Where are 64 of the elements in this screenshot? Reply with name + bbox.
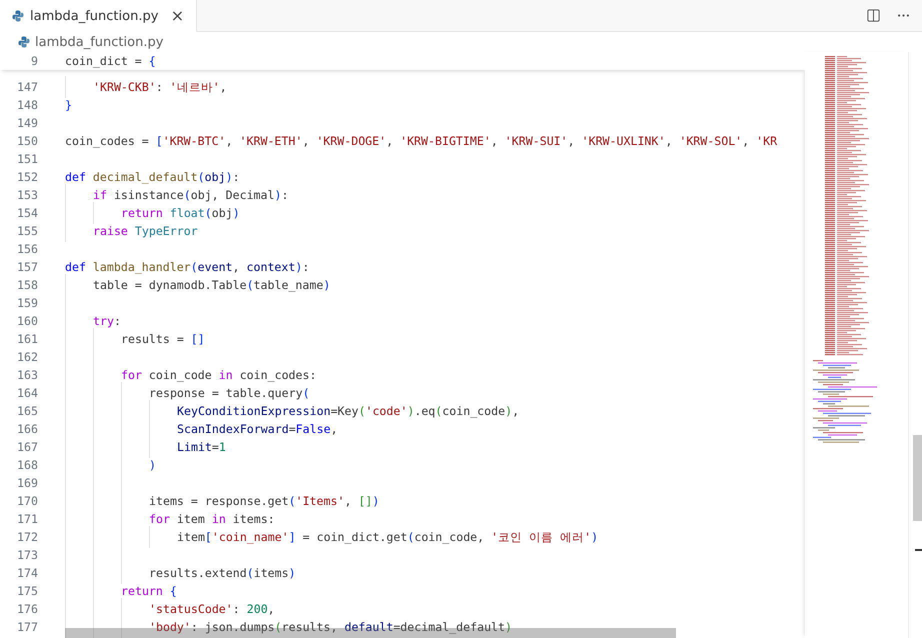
line-number: 177 xyxy=(16,620,38,634)
line-number: 158 xyxy=(16,278,38,292)
file-type-icon xyxy=(12,10,24,22)
line-number: 151 xyxy=(16,152,38,166)
code-line: ) xyxy=(149,458,156,472)
code-line: def decimal_default(obj): xyxy=(65,170,240,184)
line-number: 163 xyxy=(16,368,38,382)
line-number: 170 xyxy=(16,494,38,508)
code-line: 'body': json.dumps(results, default=decimal_default) xyxy=(149,620,512,634)
line-number: 162 xyxy=(16,350,38,364)
line-number: 176 xyxy=(16,602,38,616)
line-number: 147 xyxy=(16,80,38,94)
line-number: 9 xyxy=(30,54,38,68)
file-type-icon xyxy=(18,36,30,48)
line-number: 166 xyxy=(16,422,38,436)
code-line: results.extend(items) xyxy=(149,566,296,580)
line-number: 169 xyxy=(16,476,38,490)
code-line: coin_codes = ['KRW-BTC', 'KRW-ETH', 'KRW-DOGE', 'KRW-BIGTIME', 'KRW-SUI', 'KRW-UXLINK', 'KRW-SOL', 'KR xyxy=(65,134,778,148)
line-number: 171 xyxy=(16,512,38,526)
code-line: response = table.query( xyxy=(149,386,310,400)
line-number: 164 xyxy=(16,386,38,400)
code-line: 'KRW-CKB': '네르바', xyxy=(93,80,227,94)
code-line: return { xyxy=(121,584,177,598)
line-number: 150 xyxy=(16,134,38,148)
line-number: 159 xyxy=(16,296,38,310)
code-line: coin_dict = { xyxy=(65,54,156,68)
code-line: try: xyxy=(93,314,121,328)
code-line: if isinstance(obj, Decimal): xyxy=(93,188,288,202)
line-number: 156 xyxy=(16,242,38,256)
line-number: 154 xyxy=(16,206,38,220)
code-line: } xyxy=(65,98,72,112)
line-number: 160 xyxy=(16,314,38,328)
line-number: 152 xyxy=(16,170,38,184)
line-number: 153 xyxy=(16,188,38,202)
code-line: table = dynamodb.Table(table_name) xyxy=(93,278,330,292)
line-number: 174 xyxy=(16,566,38,580)
breadcrumb-item[interactable]: lambda_function.py xyxy=(35,34,164,50)
code-line: for coin_code in coin_codes: xyxy=(121,368,316,382)
code-line: for item in items: xyxy=(149,512,275,526)
code-line: item['coin_name'] = coin_dict.get(coin_code, '코인 이름 에러') xyxy=(177,530,598,544)
close-button[interactable]: × xyxy=(168,7,186,25)
line-number: 148 xyxy=(16,98,38,112)
vertical-scrollbar[interactable] xyxy=(913,435,922,521)
line-number: 149 xyxy=(16,116,38,130)
line-number: 165 xyxy=(16,404,38,418)
code-line: items = response.get('Items', []) xyxy=(149,494,380,508)
line-number: 161 xyxy=(16,332,38,346)
editor-tab[interactable]: lambda_function.py × xyxy=(0,0,198,32)
line-number: 173 xyxy=(16,548,38,562)
line-number: 172 xyxy=(16,530,38,544)
code-line: raise TypeError xyxy=(93,224,198,238)
line-number: 168 xyxy=(16,458,38,472)
line-number: 157 xyxy=(16,260,38,274)
code-line: def lambda_handler(event, context): xyxy=(65,260,310,274)
code-line: results = [] xyxy=(121,332,205,346)
code-line: ScanIndexForward=False, xyxy=(177,422,338,436)
code-line: Limit=1 xyxy=(177,440,226,454)
cursor-marker xyxy=(915,549,922,551)
code-line: 'statusCode': 200, xyxy=(149,602,275,616)
code-line: KeyConditionExpression=Key('code').eq(coin_code), xyxy=(177,404,520,418)
line-number: 175 xyxy=(16,584,38,598)
code-line: return float(obj) xyxy=(121,206,240,220)
line-number: 167 xyxy=(16,440,38,454)
line-number: 155 xyxy=(16,224,38,238)
